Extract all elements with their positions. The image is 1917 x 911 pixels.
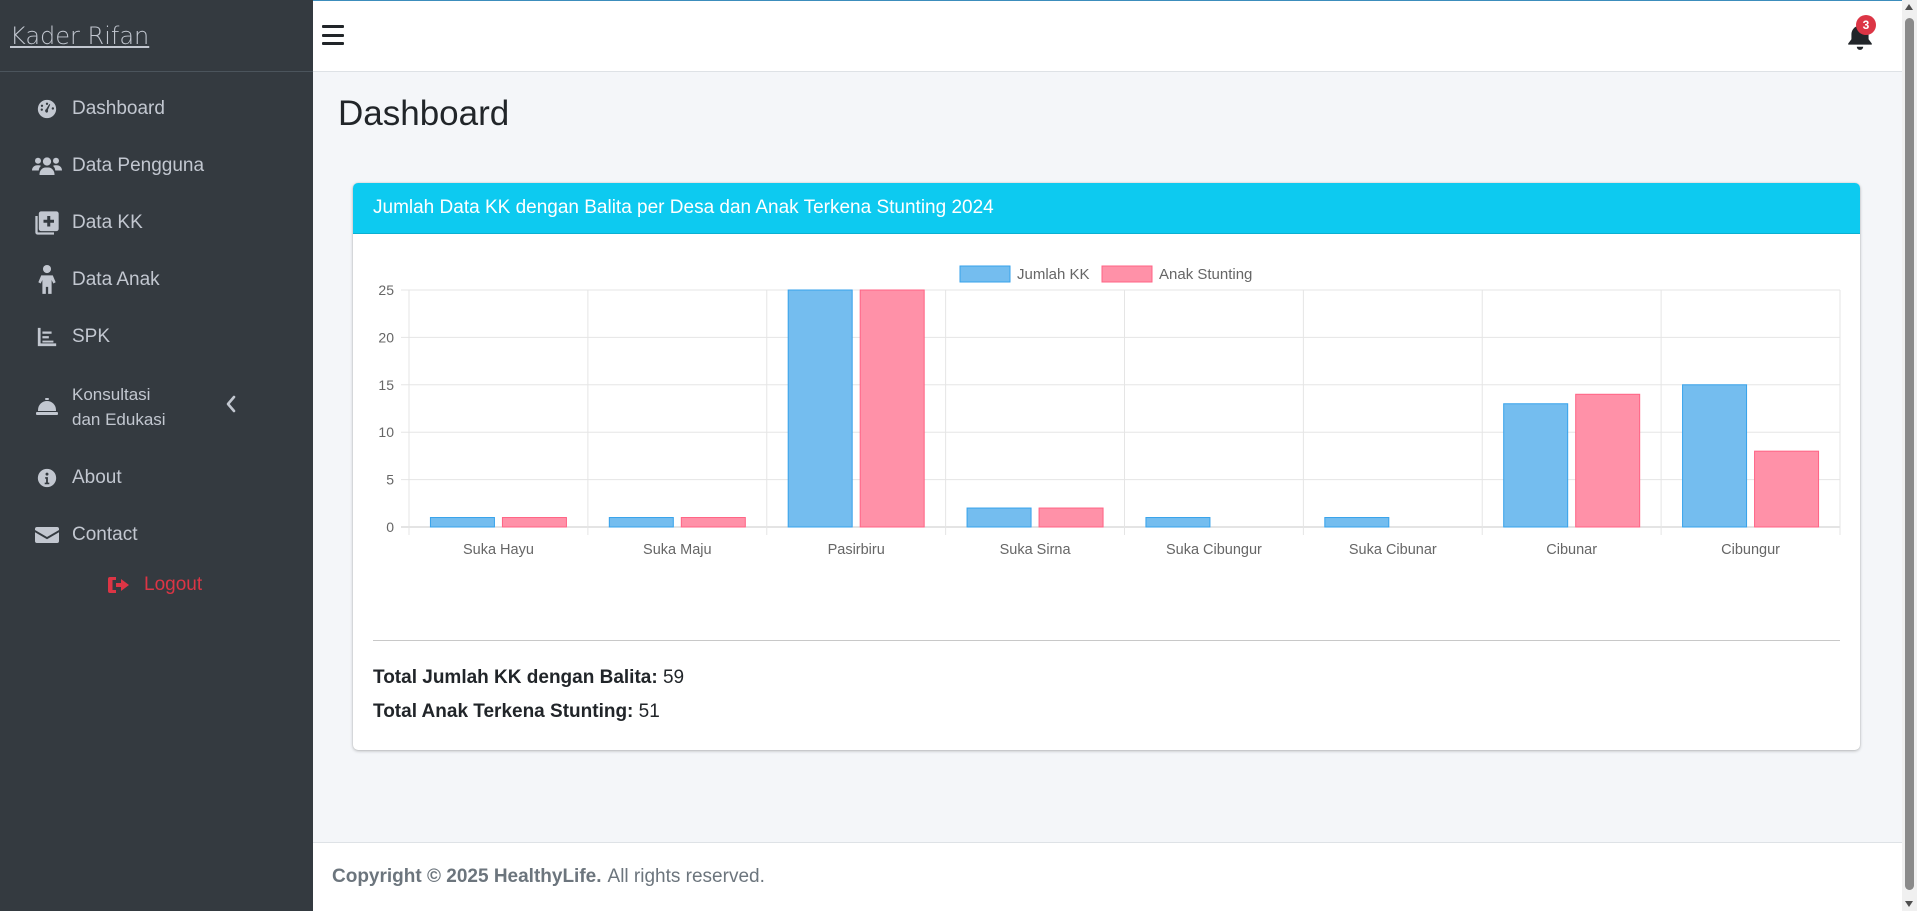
total-kk-value: 59 <box>662 667 685 688</box>
sidebar-item-data-kk[interactable]: Data KK <box>0 194 313 251</box>
info-icon <box>32 463 62 493</box>
logout-label: Logout <box>144 574 203 595</box>
legend-label: Jumlah KK <box>1017 266 1090 283</box>
sidebar-item-label: Data Pengguna <box>72 154 205 176</box>
bar-jumlah-kk <box>1682 384 1748 528</box>
sidebar-item-label: Contact <box>72 523 138 545</box>
legend-swatch <box>959 265 1011 283</box>
bar-anak-stunting <box>501 517 567 528</box>
sidebar: Kader Rifan Dashboard Data Pengguna Data… <box>0 0 313 911</box>
x-tick-label: Cibunar <box>1546 542 1597 558</box>
bar-anak-stunting <box>1754 450 1820 528</box>
y-tick-label: 10 <box>378 424 394 440</box>
concierge-bell-icon <box>32 392 62 422</box>
sidebar-item-contact[interactable]: Contact <box>0 506 313 563</box>
x-tick-label: Suka Cibungur <box>1166 542 1262 558</box>
bar-jumlah-kk <box>966 507 1032 528</box>
x-tick-label: Suka Cibunar <box>1349 542 1437 558</box>
card-header: Jumlah Data KK dengan Balita per Desa da… <box>353 183 1860 234</box>
sidebar-item-label: Konsultasi dan Edukasi <box>72 382 166 432</box>
bar-jumlah-kk <box>787 289 853 528</box>
brand-link[interactable]: Kader Rifan <box>10 22 149 50</box>
chart-icon <box>32 322 62 352</box>
bar-jumlah-kk <box>1145 517 1211 528</box>
total-kk-row: Total Jumlah KK dengan Balita: 59 <box>373 661 684 695</box>
topbar: 3 <box>313 0 1902 72</box>
envelope-icon <box>32 520 62 550</box>
legend-swatch <box>1101 265 1153 283</box>
y-tick-label: 25 <box>378 282 394 298</box>
dashboard-gauge-icon <box>32 94 62 124</box>
child-icon <box>32 264 62 295</box>
sidebar-nav: Dashboard Data Pengguna Data KK Data Ana… <box>0 72 313 563</box>
x-tick-label: Pasirbiru <box>828 542 885 558</box>
sidebar-item-label-line1: Konsultasi <box>72 385 151 404</box>
scrollbar-thumb[interactable] <box>1905 18 1914 890</box>
bar-anak-stunting <box>1038 507 1104 528</box>
divider <box>373 640 1840 641</box>
legend-label: Anak Stunting <box>1159 266 1252 283</box>
chart-card: Jumlah Data KK dengan Balita per Desa da… <box>353 183 1860 750</box>
scroll-up-arrow-icon[interactable] <box>1905 4 1913 10</box>
sign-out-icon <box>108 575 132 595</box>
x-tick-label: Cibungur <box>1721 542 1780 558</box>
x-tick-label: Suka Sirna <box>1000 542 1072 558</box>
totals: Total Jumlah KK dengan Balita: 59 Total … <box>373 661 684 729</box>
sidebar-item-label: Data Anak <box>72 268 160 290</box>
y-tick-label: 0 <box>386 519 394 535</box>
sidebar-item-label: Data KK <box>72 211 143 233</box>
page-title: Dashboard <box>338 94 510 133</box>
y-tick-label: 15 <box>378 377 394 393</box>
total-stunting-label: Total Anak Terkena Stunting: <box>373 701 634 722</box>
bar-anak-stunting <box>1575 393 1641 528</box>
sidebar-item-spk[interactable]: SPK <box>0 308 313 365</box>
bar-jumlah-kk <box>1324 517 1390 528</box>
chart-area: 0 5 10 15 20 25 Suka Hayu Suka Maju Pasirbiru Suk… <box>353 234 1860 634</box>
rights-text: All rights reserved. <box>607 866 765 887</box>
bar-jumlah-kk <box>429 517 495 528</box>
sidebar-item-label: About <box>72 466 122 488</box>
scroll-down-arrow-icon[interactable] <box>1905 901 1913 907</box>
x-tick-label: Suka Maju <box>643 542 712 558</box>
total-stunting-row: Total Anak Terkena Stunting: 51 <box>373 695 684 729</box>
x-tick-label: Suka Hayu <box>463 542 534 558</box>
brand: Kader Rifan <box>0 0 313 72</box>
logout-button[interactable]: Logout <box>0 563 313 607</box>
total-kk-label: Total Jumlah KK dengan Balita: <box>373 667 658 688</box>
add-document-icon <box>32 208 62 238</box>
chevron-left-icon[interactable] <box>225 395 237 419</box>
sidebar-item-label: Dashboard <box>72 97 165 119</box>
sidebar-item-data-pengguna[interactable]: Data Pengguna <box>0 137 313 194</box>
users-icon <box>32 151 62 181</box>
sidebar-item-label: SPK <box>72 325 111 347</box>
bar-anak-stunting <box>859 289 925 528</box>
menu-toggle-icon[interactable] <box>322 25 344 45</box>
y-tick-label: 5 <box>386 472 394 488</box>
scrollbar[interactable] <box>1902 0 1917 911</box>
bar-jumlah-kk <box>1503 403 1569 528</box>
sidebar-item-label-line2: dan Edukasi <box>72 410 166 429</box>
sidebar-item-konsultasi[interactable]: Konsultasi dan Edukasi <box>0 365 313 449</box>
footer: Copyright © 2025 HealthyLife. All rights… <box>313 842 1902 911</box>
sidebar-item-dashboard[interactable]: Dashboard <box>0 80 313 137</box>
copyright-text: Copyright © 2025 HealthyLife. <box>332 866 602 887</box>
notification-badge: 3 <box>1856 15 1876 35</box>
bar-jumlah-kk <box>608 517 674 528</box>
sidebar-item-about[interactable]: About <box>0 449 313 506</box>
sidebar-item-data-anak[interactable]: Data Anak <box>0 251 313 308</box>
total-stunting-value: 51 <box>638 701 660 722</box>
y-tick-label: 20 <box>378 329 394 345</box>
bar-chart: 0 5 10 15 20 25 Suka Hayu Suka Maju Pasirbiru Suk… <box>378 265 1841 558</box>
bar-anak-stunting <box>680 517 746 528</box>
